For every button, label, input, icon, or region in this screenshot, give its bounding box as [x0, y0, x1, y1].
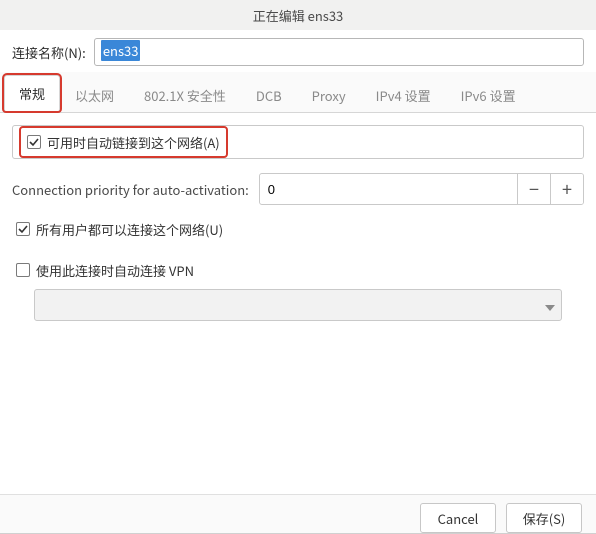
- priority-decrement-button[interactable]: −: [517, 174, 550, 204]
- dialog-actions: Cancel 保存(S): [0, 494, 596, 533]
- auto-vpn-label: 使用此连接时自动连接 VPN: [36, 261, 194, 280]
- dialog-window: 正在编辑 ens33 连接名称(N): ens33 常规 以太网 802.1X …: [0, 0, 596, 534]
- checkmark-icon: [16, 222, 30, 236]
- auto-connect-row: 可用时自动链接到这个网络(A): [12, 125, 584, 159]
- connection-name-value: ens33: [101, 40, 141, 61]
- title-bar: 正在编辑 ens33: [0, 0, 596, 30]
- auto-connect-checkbox[interactable]: 可用时自动链接到这个网络(A): [27, 133, 220, 152]
- checkbox-empty-icon: [16, 263, 30, 277]
- priority-increment-button[interactable]: +: [550, 174, 583, 204]
- auto-vpn-checkbox[interactable]: 使用此连接时自动连接 VPN: [16, 261, 194, 280]
- tab-bar: 常规 以太网 802.1X 安全性 DCB Proxy IPv4 设置 IPv6…: [0, 72, 596, 113]
- chevron-down-icon: [545, 296, 555, 315]
- auto-connect-label: 可用时自动链接到这个网络(A): [47, 133, 220, 152]
- connection-name-input[interactable]: ens33: [94, 38, 584, 66]
- all-users-row: 所有用户都可以连接这个网络(U): [12, 219, 584, 239]
- tab-ipv4-settings[interactable]: IPv4 设置: [361, 77, 446, 113]
- priority-row: Connection priority for auto-activation:…: [12, 173, 584, 205]
- vpn-dropdown[interactable]: [34, 289, 562, 321]
- tab-general[interactable]: 常规: [4, 75, 60, 111]
- window-title: 正在编辑 ens33: [253, 6, 344, 25]
- tab-ethernet[interactable]: 以太网: [60, 77, 129, 113]
- tab-dcb[interactable]: DCB: [241, 77, 297, 113]
- priority-spinbox: − +: [259, 173, 584, 205]
- connection-name-row: 连接名称(N): ens33: [0, 30, 596, 72]
- checkmark-icon: [27, 135, 41, 149]
- all-users-label: 所有用户都可以连接这个网络(U): [36, 220, 223, 239]
- priority-input[interactable]: [260, 175, 517, 203]
- save-button[interactable]: 保存(S): [506, 503, 582, 533]
- auto-vpn-row: 使用此连接时自动连接 VPN: [12, 261, 584, 282]
- tab-pane-general: 可用时自动链接到这个网络(A) Connection priority for …: [0, 113, 596, 494]
- tab-8021x-security[interactable]: 802.1X 安全性: [129, 77, 241, 113]
- all-users-checkbox[interactable]: 所有用户都可以连接这个网络(U): [16, 220, 223, 239]
- tab-ipv6-settings[interactable]: IPv6 设置: [446, 77, 531, 113]
- cancel-button[interactable]: Cancel: [420, 503, 496, 533]
- priority-label: Connection priority for auto-activation:: [12, 180, 249, 199]
- auto-connect-highlight: 可用时自动链接到这个网络(A): [21, 128, 226, 156]
- connection-name-label: 连接名称(N):: [12, 43, 86, 62]
- tab-proxy[interactable]: Proxy: [297, 77, 361, 113]
